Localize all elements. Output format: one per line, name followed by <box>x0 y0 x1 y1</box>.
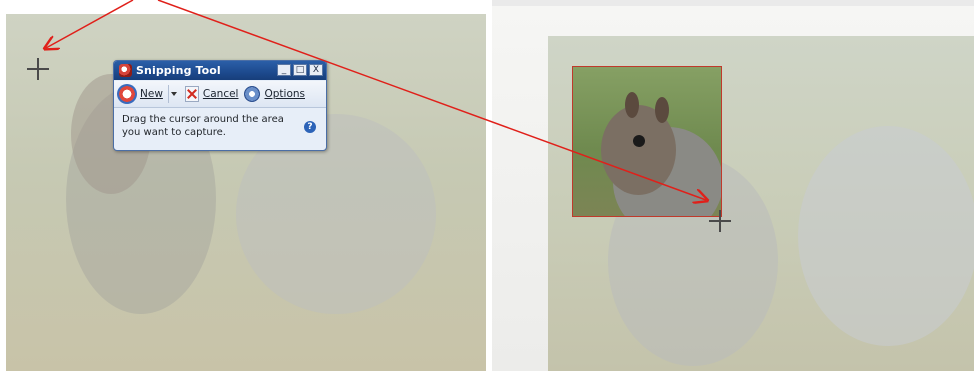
arrow-to-cursor <box>46 0 134 48</box>
arrow-to-selection <box>157 0 706 200</box>
annotation-arrows <box>0 0 974 371</box>
